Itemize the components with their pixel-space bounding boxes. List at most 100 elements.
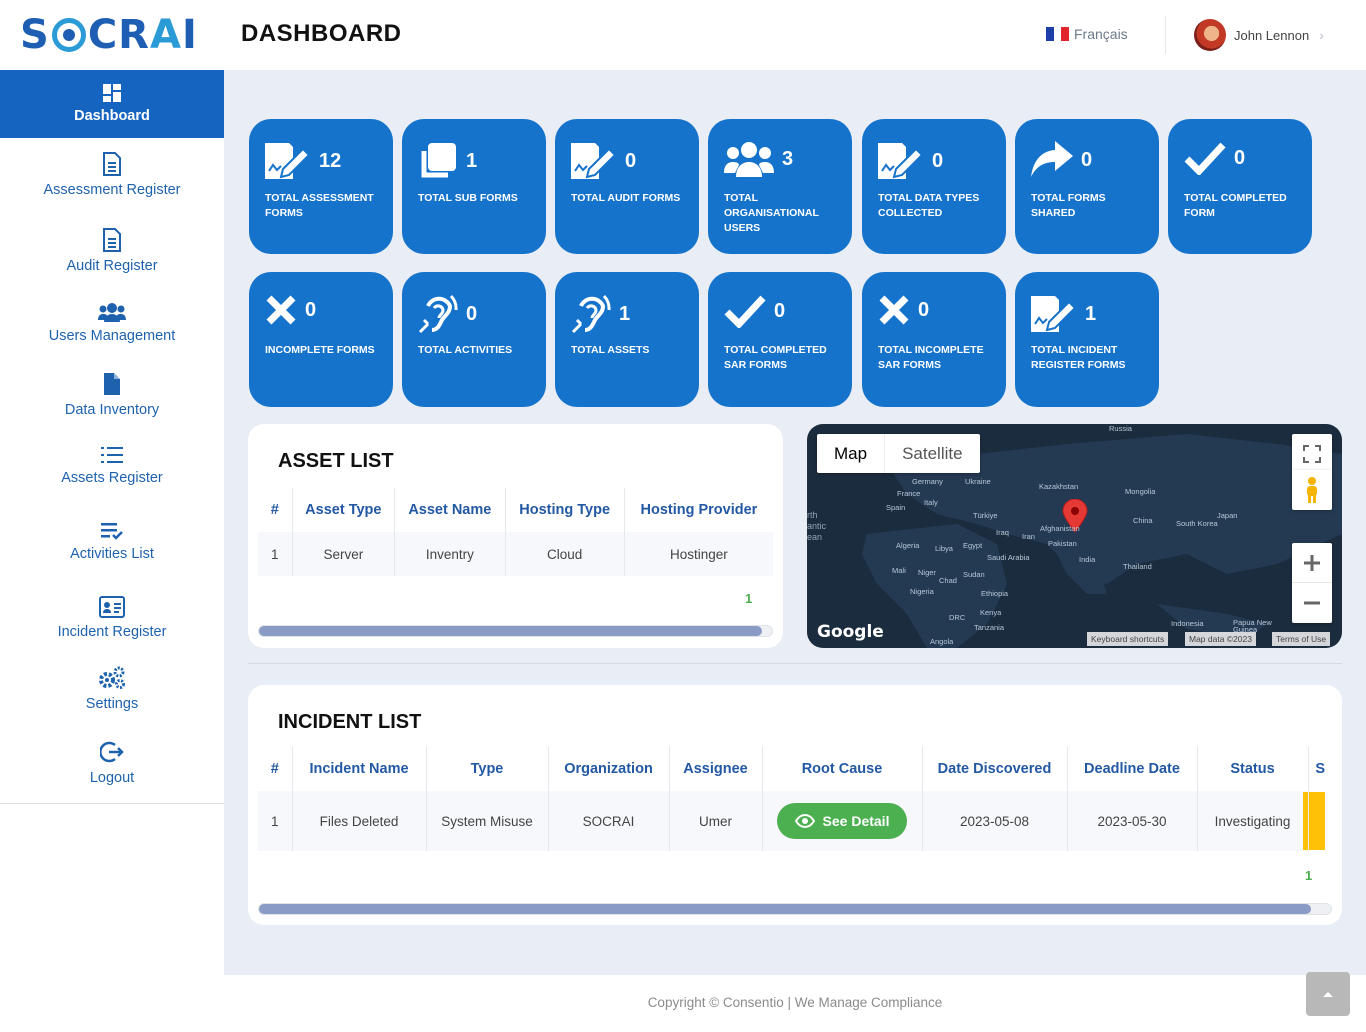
users-icon (724, 142, 774, 177)
tile-total-data-types-collected[interactable]: 0 TOTAL DATA TYPES COLLECTED (862, 119, 1006, 254)
col-header[interactable]: Incident Name (292, 747, 427, 791)
tile-total-organisational-users[interactable]: 3 TOTAL ORGANISATIONAL USERS (708, 119, 852, 254)
incident-list-card: INCIDENT LIST # Incident Name Type Organ… (248, 685, 1342, 925)
sidebar-item-logout[interactable]: Logout (0, 740, 224, 786)
sidebar-item-settings[interactable]: Settings (0, 666, 224, 712)
see-detail-button[interactable]: See Detail (776, 803, 908, 839)
zoom-in-button[interactable] (1292, 543, 1332, 583)
map-label: Japan (1217, 511, 1238, 520)
see-detail-label: See Detail (822, 813, 890, 829)
x-icon (879, 295, 909, 325)
tile-total-incident-register-forms[interactable]: 1 TOTAL INCIDENT REGISTER FORMS (1015, 272, 1159, 407)
tile-total-activities[interactable]: 0 TOTAL ACTIVITIES (402, 272, 546, 407)
tile-incomplete-forms[interactable]: 0 INCOMPLETE FORMS (249, 272, 393, 407)
sidebar-item-data-inventory[interactable]: Data Inventory (0, 372, 224, 418)
page-title: DASHBOARD (241, 20, 402, 47)
zoom-out-button[interactable] (1292, 583, 1332, 623)
section-divider (248, 663, 1342, 664)
col-header[interactable]: Type (426, 747, 549, 791)
tile-total-forms-shared[interactable]: 0 TOTAL FORMS SHARED (1015, 119, 1159, 254)
tile-label: TOTAL COMPLETED FORM (1184, 192, 1287, 219)
tile-label: TOTAL INCOMPLETE SAR FORMS (878, 344, 984, 371)
sidebar-item-users-management[interactable]: Users Management (0, 302, 224, 344)
sidebar-item-assessment-register[interactable]: Assessment Register (0, 152, 224, 198)
chevron-right-icon: › (1319, 27, 1324, 43)
tile-total-audit-forms[interactable]: 0 TOTAL AUDIT FORMS (555, 119, 699, 254)
file-icon (104, 373, 120, 395)
col-header[interactable]: Asset Type (292, 488, 396, 532)
col-header[interactable]: Root Cause (762, 747, 923, 791)
tile-total-completed-sar-forms[interactable]: 0 TOTAL COMPLETED SAR FORMS (708, 272, 852, 407)
col-header[interactable]: Hosting Provider (624, 488, 773, 532)
user-menu[interactable]: John Lennon › (1194, 19, 1324, 51)
map-label: Algeria (896, 541, 920, 550)
google-map[interactable]: Map Satellite Russia Germany Ukraine Kaz… (807, 424, 1342, 648)
map-label: Mali (892, 566, 906, 575)
tile-total-sub-forms[interactable]: 1 TOTAL SUB FORMS (402, 119, 546, 254)
zoom-controls (1292, 543, 1332, 623)
sidebar: Dashboard Assessment Register Audit Regi… (0, 70, 224, 1032)
col-header[interactable]: S (1308, 747, 1332, 791)
tile-label: TOTAL SUB FORMS (418, 192, 518, 204)
tab-map[interactable]: Map (817, 434, 886, 473)
scrollbar-thumb[interactable] (259, 904, 1311, 914)
sidebar-item-incident-register[interactable]: Incident Register (0, 596, 224, 640)
tile-label: INCOMPLETE FORMS (265, 344, 375, 356)
language-selector[interactable]: Français (1046, 26, 1128, 42)
terms-of-use-link[interactable]: Terms of Use (1272, 632, 1331, 646)
socrai-logo[interactable]: S CR A I (20, 12, 198, 58)
plus-icon (1304, 554, 1320, 571)
map-label: Pakistan (1048, 539, 1077, 548)
minus-icon (1304, 601, 1320, 605)
street-view-button[interactable] (1292, 470, 1332, 510)
tile-count: 0 (305, 298, 317, 321)
col-header[interactable]: Organization (548, 747, 670, 791)
col-header[interactable]: Status (1197, 747, 1309, 791)
sidebar-item-label: Incident Register (57, 624, 167, 640)
asset-list-title: ASSET LIST (278, 450, 394, 472)
col-header[interactable]: Deadline Date (1067, 747, 1198, 791)
tile-label: TOTAL COMPLETED SAR FORMS (724, 344, 827, 371)
cell: Investigating (1197, 791, 1309, 851)
tile-total-assets[interactable]: 1 TOTAL ASSETS (555, 272, 699, 407)
scroll-to-top-button[interactable] (1306, 972, 1350, 1016)
keyboard-shortcuts-link[interactable]: Keyboard shortcuts (1087, 632, 1169, 646)
map-label: DRC (949, 613, 966, 622)
sidebar-item-assets-register[interactable]: Assets Register (0, 446, 224, 486)
map-label: Kenya (980, 608, 1002, 617)
copy-icon (421, 143, 456, 178)
cell: 1 (258, 532, 293, 576)
sidebar-item-dashboard[interactable]: Dashboard (0, 70, 224, 138)
sidebar-item-audit-register[interactable]: Audit Register (0, 228, 224, 274)
col-header[interactable]: Assignee (669, 747, 763, 791)
tile-count: 0 (625, 149, 637, 172)
copyright-text: Copyright © Consentio | We Manage Compli… (647, 995, 943, 1010)
scrollbar-thumb[interactable] (259, 626, 762, 636)
col-header[interactable]: Asset Name (394, 488, 506, 532)
col-header[interactable]: Date Discovered (922, 747, 1068, 791)
col-header[interactable]: # (258, 747, 293, 791)
tile-total-completed-form[interactable]: 0 TOTAL COMPLETED FORM (1168, 119, 1312, 254)
cell: Cloud (505, 532, 625, 576)
cell (1302, 791, 1332, 851)
tab-satellite[interactable]: Satellite (885, 434, 979, 473)
tile-count: 1 (619, 302, 631, 325)
fullscreen-button[interactable] (1292, 434, 1332, 474)
sidebar-item-activities-list[interactable]: Activities List (0, 522, 224, 562)
tile-total-incomplete-sar-forms[interactable]: 0 TOTAL INCOMPLETE SAR FORMS (862, 272, 1006, 407)
users-icon (98, 303, 126, 322)
horizontal-scrollbar[interactable] (258, 903, 1332, 915)
col-header[interactable]: Hosting Type (505, 488, 625, 532)
col-header[interactable]: # (258, 488, 293, 532)
horizontal-scrollbar[interactable] (258, 625, 773, 637)
table-row[interactable]: 1 Server Inventry Cloud Hostinger (258, 532, 773, 576)
cell: Inventry (394, 532, 506, 576)
cell: 2023-05-30 (1067, 791, 1198, 851)
eye-icon (794, 814, 815, 828)
table-row[interactable]: 1 Files Deleted System Misuse SOCRAI Ume… (258, 791, 1332, 851)
map-label: Papua New Guinea (1233, 618, 1272, 634)
pagination-page-1[interactable]: 1 (1305, 868, 1312, 883)
map-label: Niger (918, 568, 936, 577)
tile-total-assessment-forms[interactable]: 12 TOTAL ASSESSMENT FORMS (249, 119, 393, 254)
pagination-page-1[interactable]: 1 (745, 591, 752, 606)
